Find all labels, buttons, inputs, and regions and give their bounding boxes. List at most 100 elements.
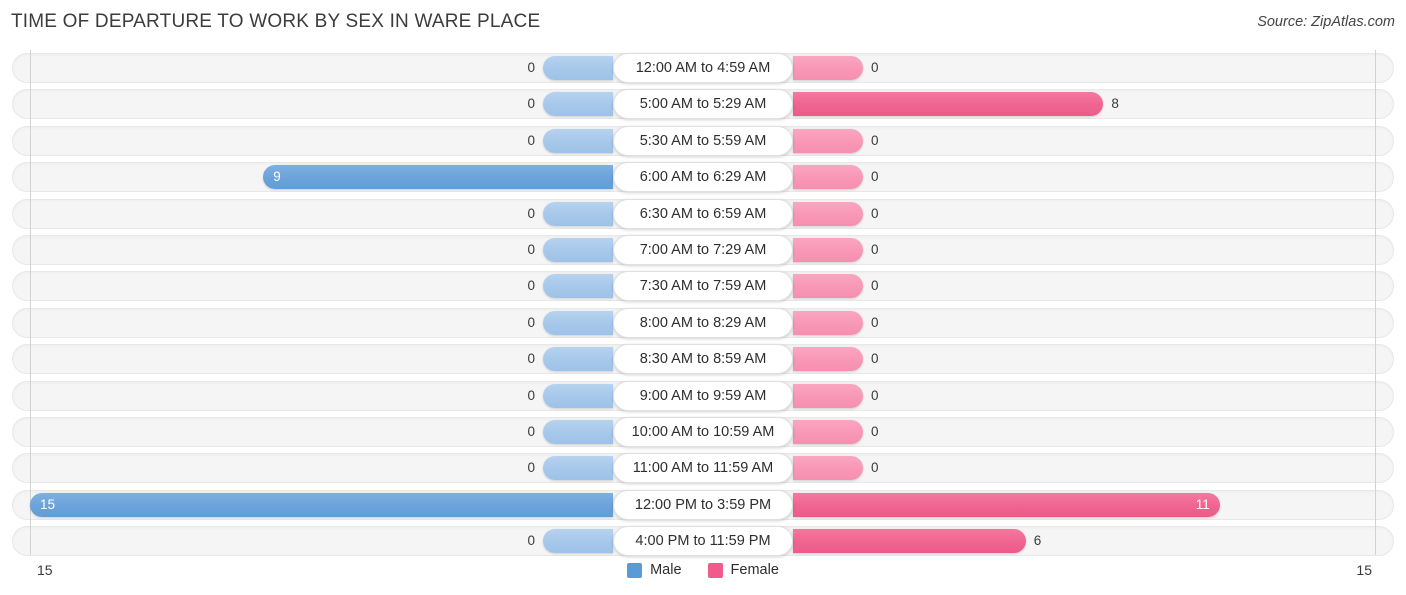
bar-value-male: 9 <box>273 169 281 185</box>
bar-row: 0 8 5:00 AM to 5:29 AM <box>0 86 1406 122</box>
category-label: 5:00 AM to 5:29 AM <box>613 89 793 120</box>
bar-male[interactable] <box>543 419 613 444</box>
bar-value-male: 0 <box>527 460 535 476</box>
chart-legend: Male Female <box>0 562 1406 578</box>
bar-value-male: 0 <box>527 96 535 112</box>
bar-male[interactable] <box>543 56 613 80</box>
bar-value-male: 0 <box>527 205 535 221</box>
bar-value-female: 0 <box>871 278 879 294</box>
bar-male[interactable] <box>543 128 613 153</box>
bar-row: 15 11 12:00 PM to 3:59 PM <box>0 487 1406 523</box>
bar-value-female: 8 <box>1111 96 1119 112</box>
category-label: 7:00 AM to 7:29 AM <box>613 234 793 265</box>
bar-female[interactable] <box>793 92 1104 117</box>
category-label: 7:30 AM to 7:59 AM <box>613 271 793 302</box>
category-label: 6:30 AM to 6:59 AM <box>613 198 793 229</box>
bar-rows-container: 0 0 12:00 AM to 4:59 AM 0 8 5:00 AM to 5:29 A… <box>0 50 1406 559</box>
bar-row: 0 0 9:00 AM to 9:59 AM <box>0 378 1406 414</box>
bar-female[interactable] <box>793 347 863 372</box>
legend-label-female: Female <box>730 562 779 578</box>
bar-female[interactable] <box>793 201 863 226</box>
category-label: 12:00 AM to 4:59 AM <box>613 53 793 83</box>
bar-row: 9 0 6:00 AM to 6:29 AM <box>0 159 1406 195</box>
bar-value-male: 0 <box>527 278 535 294</box>
bar-value-female: 0 <box>871 169 879 185</box>
bar-female[interactable] <box>793 237 863 262</box>
chart-header: TIME OF DEPARTURE TO WORK BY SEX IN WARE… <box>0 0 1406 46</box>
legend-label-male: Male <box>650 562 682 578</box>
axis-line-left <box>30 50 31 555</box>
bar-value-female: 0 <box>871 314 879 330</box>
bar-value-female: 0 <box>871 423 879 439</box>
legend-item-male[interactable]: Male <box>627 562 682 578</box>
bar-value-female: 0 <box>871 387 879 403</box>
bar-value-male: 0 <box>527 314 535 330</box>
category-label: 10:00 AM to 10:59 AM <box>613 416 793 447</box>
source-attribution: Source: ZipAtlas.com <box>1257 14 1395 30</box>
bar-row: 0 0 7:00 AM to 7:29 AM <box>0 232 1406 268</box>
bar-value-male: 0 <box>527 351 535 367</box>
bar-row: 0 6 4:00 PM to 11:59 PM <box>0 523 1406 559</box>
bar-female[interactable] <box>793 274 863 299</box>
bar-value-male: 0 <box>527 132 535 148</box>
bar-row: 0 0 5:30 AM to 5:59 AM <box>0 123 1406 159</box>
legend-swatch-male-icon <box>627 562 643 578</box>
category-label: 4:00 PM to 11:59 PM <box>613 526 793 557</box>
category-label: 8:30 AM to 8:59 AM <box>613 344 793 375</box>
bar-male[interactable] <box>263 165 613 190</box>
category-label: 6:00 AM to 6:29 AM <box>613 162 793 193</box>
legend-item-female[interactable]: Female <box>707 562 779 578</box>
bar-value-female: 0 <box>871 351 879 367</box>
bar-female[interactable] <box>793 128 863 153</box>
bar-row: 0 0 10:00 AM to 10:59 AM <box>0 414 1406 450</box>
bar-value-female: 6 <box>1033 533 1042 549</box>
bar-row: 0 0 7:30 AM to 7:59 AM <box>0 268 1406 304</box>
bar-value-female: 0 <box>871 132 879 148</box>
chart-footer: 15 15 Male Female <box>0 556 1406 595</box>
chart-plot-area: 0 0 12:00 AM to 4:59 AM 0 8 5:00 AM to 5:29 A… <box>0 50 1406 557</box>
page-title: TIME OF DEPARTURE TO WORK BY SEX IN WARE… <box>11 11 541 32</box>
bar-female[interactable] <box>793 165 863 190</box>
bar-row: 0 0 8:30 AM to 8:59 AM <box>0 341 1406 377</box>
bar-value-female: 11 <box>1195 496 1210 512</box>
bar-female[interactable] <box>793 492 1220 517</box>
bar-female[interactable] <box>793 529 1026 554</box>
bar-female[interactable] <box>793 310 863 335</box>
category-label: 12:00 PM to 3:59 PM <box>613 489 793 520</box>
bar-male[interactable] <box>543 529 613 554</box>
bar-female[interactable] <box>793 383 863 408</box>
bar-female[interactable] <box>793 419 863 444</box>
bar-male[interactable] <box>543 456 613 481</box>
bar-male[interactable] <box>30 492 613 517</box>
bar-male[interactable] <box>543 201 613 226</box>
bar-value-female: 0 <box>871 241 879 257</box>
bar-male[interactable] <box>543 310 613 335</box>
bar-value-male: 0 <box>527 423 535 439</box>
bar-value-male: 0 <box>527 60 535 75</box>
bar-value-male: 15 <box>40 496 56 512</box>
legend-swatch-female-icon <box>707 562 723 578</box>
bar-female[interactable] <box>793 456 863 481</box>
category-label: 9:00 AM to 9:59 AM <box>613 380 793 411</box>
bar-value-male: 0 <box>527 533 535 549</box>
bar-male[interactable] <box>543 237 613 262</box>
bar-row: 0 0 8:00 AM to 8:29 AM <box>0 305 1406 341</box>
bar-row: 0 0 6:30 AM to 6:59 AM <box>0 196 1406 232</box>
bar-value-female: 0 <box>871 60 879 75</box>
axis-line-right <box>1375 50 1376 555</box>
chart-page: TIME OF DEPARTURE TO WORK BY SEX IN WARE… <box>0 0 1406 595</box>
category-label: 8:00 AM to 8:29 AM <box>613 307 793 338</box>
bar-male[interactable] <box>543 92 613 117</box>
bar-female[interactable] <box>793 56 863 80</box>
bar-male[interactable] <box>543 347 613 372</box>
bar-value-male: 0 <box>527 241 535 257</box>
bar-row: 0 0 12:00 AM to 4:59 AM <box>0 50 1406 86</box>
category-label: 5:30 AM to 5:59 AM <box>613 125 793 156</box>
bar-row: 0 0 11:00 AM to 11:59 AM <box>0 450 1406 486</box>
bar-male[interactable] <box>543 383 613 408</box>
category-label: 11:00 AM to 11:59 AM <box>613 453 793 484</box>
bar-value-male: 0 <box>527 387 535 403</box>
bar-value-female: 0 <box>871 460 879 476</box>
bar-value-female: 0 <box>871 205 879 221</box>
bar-male[interactable] <box>543 274 613 299</box>
